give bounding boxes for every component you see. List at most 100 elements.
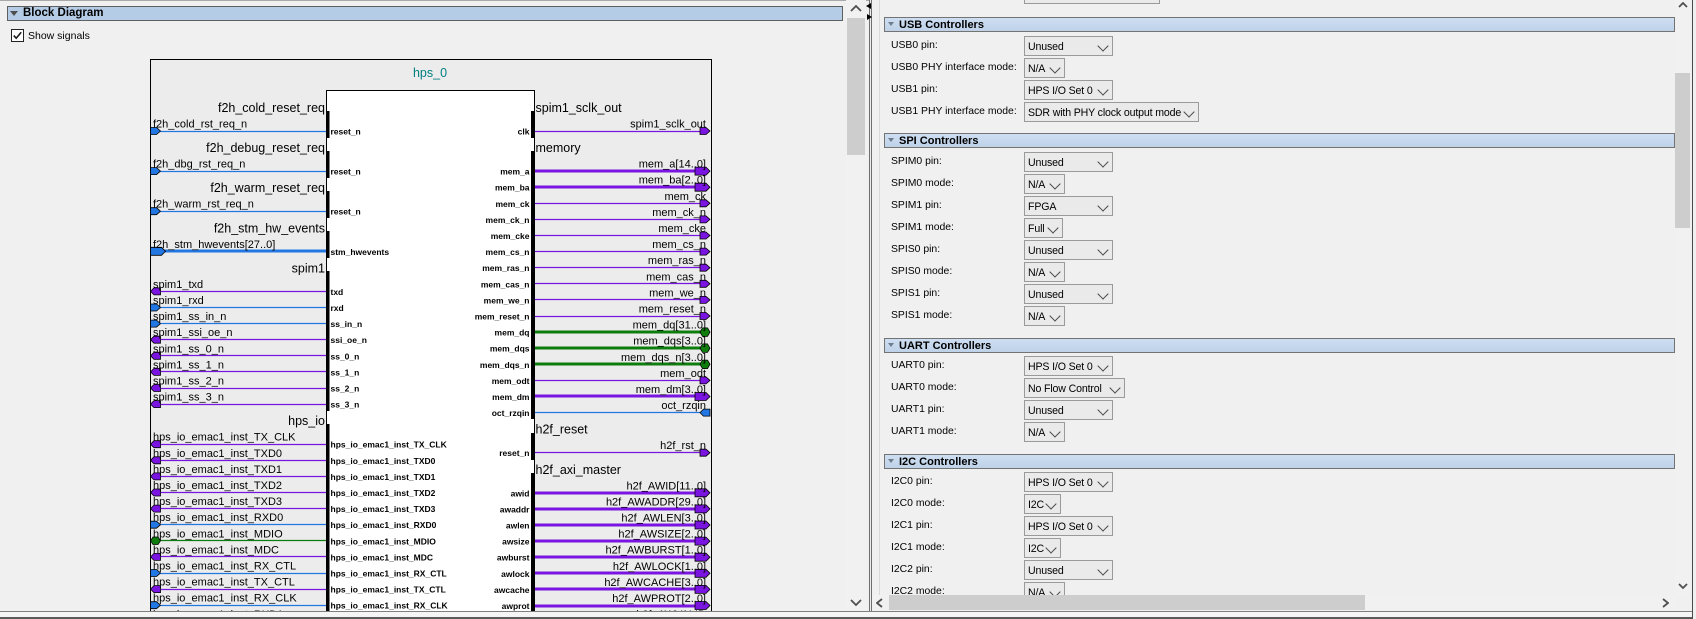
- svg-text:h2f_axi_master: h2f_axi_master: [536, 463, 621, 477]
- svg-text:h2f_AWLOCK[1..0]: h2f_AWLOCK[1..0]: [613, 561, 706, 573]
- svg-text:mem_dm[3..0]: mem_dm[3..0]: [636, 384, 706, 396]
- svg-text:f2h_dbg_rst_req_n: f2h_dbg_rst_req_n: [153, 159, 245, 171]
- svg-text:mem_cs_n: mem_cs_n: [486, 247, 530, 257]
- svg-text:mem_cke: mem_cke: [658, 223, 706, 235]
- svg-text:awaddr: awaddr: [500, 504, 530, 514]
- svg-text:hps_io_emac1_inst_TXD3: hps_io_emac1_inst_TXD3: [153, 496, 282, 508]
- svg-text:awprot: awprot: [502, 601, 530, 611]
- svg-text:mem_dm: mem_dm: [492, 392, 530, 402]
- svg-text:spim1_txd: spim1_txd: [153, 279, 203, 291]
- svg-text:f2h_stm_hw_events: f2h_stm_hw_events: [214, 221, 325, 235]
- svg-text:hps_io: hps_io: [288, 414, 325, 428]
- svg-text:mem_reset_n: mem_reset_n: [475, 312, 530, 322]
- svg-text:mem_we_n: mem_we_n: [484, 295, 530, 305]
- svg-text:h2f_reset: h2f_reset: [536, 423, 589, 437]
- svg-text:spim1: spim1: [292, 261, 325, 275]
- svg-text:hps_io_emac1_inst_MDIO: hps_io_emac1_inst_MDIO: [331, 536, 437, 546]
- svg-text:h2f_AWADDR[29..0]: h2f_AWADDR[29..0]: [606, 496, 706, 508]
- svg-text:hps_io_emac1_inst_TXD0: hps_io_emac1_inst_TXD0: [331, 456, 436, 466]
- svg-text:hps_0: hps_0: [413, 66, 447, 80]
- svg-text:h2f_AWCACHE[3..0]: h2f_AWCACHE[3..0]: [604, 577, 706, 589]
- svg-text:hps_io_emac1_inst_TXD1: hps_io_emac1_inst_TXD1: [153, 464, 282, 476]
- svg-text:mem_dqs_n: mem_dqs_n: [480, 360, 530, 370]
- svg-text:h2f_AWSIZE[2..0]: h2f_AWSIZE[2..0]: [618, 529, 706, 541]
- svg-text:h2f_rst_n: h2f_rst_n: [660, 440, 706, 452]
- svg-text:spim1_sclk_out: spim1_sclk_out: [536, 101, 623, 115]
- svg-text:mem_a: mem_a: [500, 167, 530, 177]
- svg-text:stm_hwevents: stm_hwevents: [331, 247, 390, 257]
- svg-text:mem_ras_n: mem_ras_n: [648, 255, 706, 267]
- svg-text:f2h_stm_hwevents[27..0]: f2h_stm_hwevents[27..0]: [153, 239, 275, 251]
- svg-text:awburst: awburst: [497, 553, 530, 563]
- svg-text:ss_0_n: ss_0_n: [331, 351, 360, 361]
- svg-text:oct_rzqin: oct_rzqin: [492, 408, 530, 418]
- svg-text:hps_io_emac1_inst_TX_CTL: hps_io_emac1_inst_TX_CTL: [153, 577, 295, 589]
- svg-text:spim1_ss_3_n: spim1_ss_3_n: [153, 392, 224, 404]
- svg-text:hps_io_emac1_inst_MDC: hps_io_emac1_inst_MDC: [153, 544, 279, 556]
- svg-text:mem_cas_n: mem_cas_n: [646, 271, 706, 283]
- svg-text:hps_io_emac1_inst_TXD1: hps_io_emac1_inst_TXD1: [331, 472, 436, 482]
- svg-text:hps_io_emac1_inst_TX_CLK: hps_io_emac1_inst_TX_CLK: [331, 440, 448, 450]
- svg-text:spim1_ss_2_n: spim1_ss_2_n: [153, 376, 224, 388]
- svg-text:mem_ck: mem_ck: [495, 199, 529, 209]
- svg-text:mem_reset_n: mem_reset_n: [639, 304, 706, 316]
- svg-text:mem_dqs_n[3..0]: mem_dqs_n[3..0]: [621, 352, 706, 364]
- svg-text:h2f_AWPROT[2..0]: h2f_AWPROT[2..0]: [612, 593, 706, 605]
- svg-text:mem_ck_n: mem_ck_n: [652, 207, 706, 219]
- svg-text:mem_a[14..0]: mem_a[14..0]: [639, 159, 706, 171]
- svg-text:h2f_AWLEN[3..0]: h2f_AWLEN[3..0]: [621, 513, 706, 525]
- svg-text:hps_io_emac1_inst_TXD2: hps_io_emac1_inst_TXD2: [153, 480, 282, 492]
- svg-text:hps_io_emac1_inst_RX_CTL: hps_io_emac1_inst_RX_CTL: [153, 561, 296, 573]
- svg-text:hps_io_emac1_inst_RX_CLK: hps_io_emac1_inst_RX_CLK: [331, 601, 449, 611]
- svg-text:mem_cs_n: mem_cs_n: [652, 239, 706, 251]
- svg-text:hps_io_emac1_inst_RXD0: hps_io_emac1_inst_RXD0: [153, 512, 283, 524]
- svg-text:hps_io_emac1_inst_TXD2: hps_io_emac1_inst_TXD2: [331, 488, 436, 498]
- svg-text:spim1_rxd: spim1_rxd: [153, 295, 204, 307]
- svg-text:f2h_debug_reset_req: f2h_debug_reset_req: [206, 141, 325, 155]
- svg-text:f2h_cold_rst_req_n: f2h_cold_rst_req_n: [153, 119, 247, 131]
- svg-text:rxd: rxd: [331, 303, 344, 313]
- svg-text:awlen: awlen: [506, 521, 530, 531]
- svg-text:ss_1_n: ss_1_n: [331, 367, 360, 377]
- svg-text:spim1_ss_1_n: spim1_ss_1_n: [153, 359, 224, 371]
- svg-text:mem_ba[2..0]: mem_ba[2..0]: [639, 175, 706, 187]
- svg-text:hps_io_emac1_inst_RX_CLK: hps_io_emac1_inst_RX_CLK: [153, 593, 297, 605]
- svg-text:oct_rzqin: oct_rzqin: [661, 400, 706, 412]
- svg-text:hps_io_emac1_inst_RX_CTL: hps_io_emac1_inst_RX_CTL: [331, 569, 447, 579]
- svg-text:mem_ck: mem_ck: [664, 191, 706, 203]
- svg-text:hps_io_emac1_inst_TXD3: hps_io_emac1_inst_TXD3: [331, 504, 436, 514]
- svg-text:reset_n: reset_n: [331, 207, 361, 217]
- svg-text:mem_ras_n: mem_ras_n: [482, 263, 529, 273]
- svg-text:spim1_ss_0_n: spim1_ss_0_n: [153, 343, 224, 355]
- svg-text:spim1_sclk_out: spim1_sclk_out: [630, 119, 706, 131]
- svg-text:ssi_oe_n: ssi_oe_n: [331, 335, 367, 345]
- svg-text:hps_io_emac1_inst_TX_CLK: hps_io_emac1_inst_TX_CLK: [153, 432, 296, 444]
- svg-text:f2h_warm_reset_req: f2h_warm_reset_req: [210, 181, 325, 195]
- svg-text:memory: memory: [536, 141, 582, 155]
- svg-text:mem_cas_n: mem_cas_n: [481, 279, 530, 289]
- svg-text:mem_odt: mem_odt: [492, 376, 530, 386]
- svg-text:ss_2_n: ss_2_n: [331, 384, 360, 394]
- svg-text:mem_dqs[3..0]: mem_dqs[3..0]: [633, 336, 706, 348]
- svg-text:hps_io_emac1_inst_TXD0: hps_io_emac1_inst_TXD0: [153, 448, 282, 460]
- svg-text:reset_n: reset_n: [331, 167, 361, 177]
- svg-text:spim1_ss_in_n: spim1_ss_in_n: [153, 311, 226, 323]
- svg-text:hps_io_emac1_inst_MDC: hps_io_emac1_inst_MDC: [331, 552, 434, 562]
- svg-text:h2f_AWID[11..0]: h2f_AWID[11..0]: [627, 480, 706, 492]
- svg-text:txd: txd: [331, 287, 344, 297]
- svg-text:mem_ck_n: mem_ck_n: [486, 215, 530, 225]
- svg-text:mem_dqs: mem_dqs: [490, 344, 530, 354]
- svg-text:awid: awid: [511, 488, 530, 498]
- svg-text:hps_io_emac1_inst_RXD0: hps_io_emac1_inst_RXD0: [331, 520, 437, 530]
- svg-text:mem_cke: mem_cke: [491, 231, 530, 241]
- svg-text:ss_3_n: ss_3_n: [331, 400, 360, 410]
- svg-text:mem_dq: mem_dq: [495, 328, 530, 338]
- svg-text:f2h_warm_rst_req_n: f2h_warm_rst_req_n: [153, 199, 254, 211]
- svg-text:awcache: awcache: [494, 585, 530, 595]
- svg-text:mem_we_n: mem_we_n: [649, 287, 706, 299]
- svg-text:ss_in_n: ss_in_n: [331, 319, 363, 329]
- svg-text:reset_n: reset_n: [331, 127, 361, 137]
- svg-text:spim1_ssi_oe_n: spim1_ssi_oe_n: [153, 327, 233, 339]
- svg-text:awsize: awsize: [502, 537, 530, 547]
- svg-text:hps_io_emac1_inst_TX_CTL: hps_io_emac1_inst_TX_CTL: [331, 585, 446, 595]
